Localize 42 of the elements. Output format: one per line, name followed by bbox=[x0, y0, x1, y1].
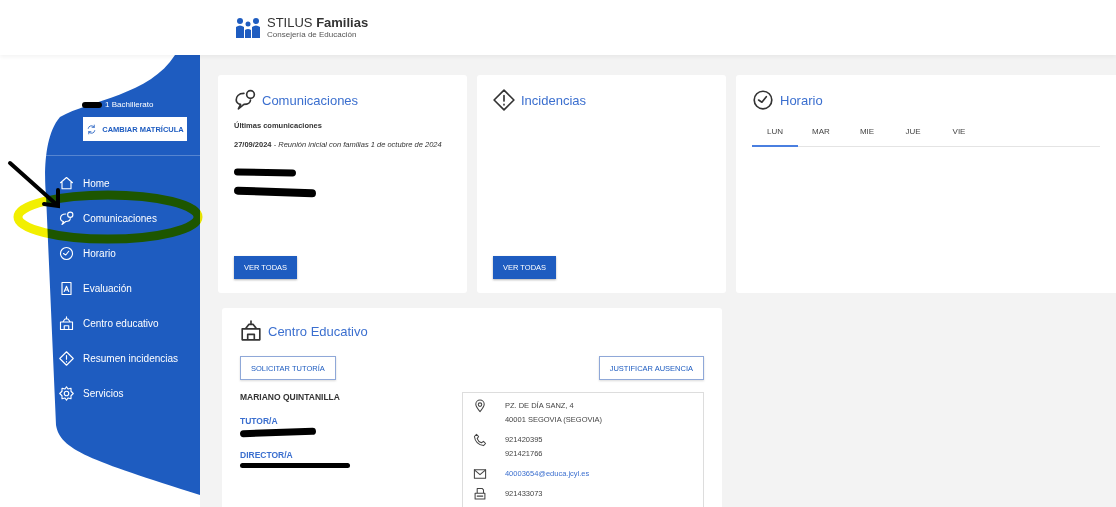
app-title: STILUS Familias bbox=[267, 16, 369, 30]
role-label: TUTOR/A bbox=[240, 416, 279, 426]
day-tab[interactable]: JUE bbox=[890, 121, 936, 147]
sidebar-item[interactable]: Centro educativo bbox=[83, 318, 159, 329]
day-tab[interactable]: LUN bbox=[752, 121, 798, 147]
day-tab[interactable]: VIE bbox=[936, 121, 982, 147]
mail-icon bbox=[472, 467, 487, 481]
redaction-mark bbox=[82, 101, 102, 108]
card-title: Comunicaciones bbox=[262, 92, 359, 108]
day-tab[interactable]: MIE bbox=[844, 121, 890, 147]
sidebar-item[interactable]: Evaluación bbox=[83, 283, 132, 294]
phone-icon bbox=[472, 433, 487, 447]
warning-icon bbox=[493, 89, 515, 111]
document-icon bbox=[59, 281, 74, 296]
building-icon bbox=[59, 316, 74, 331]
building-icon bbox=[240, 320, 262, 342]
location-pin-icon bbox=[472, 399, 487, 413]
chat-bubble-icon bbox=[59, 211, 74, 226]
printer-icon bbox=[472, 487, 487, 501]
card-title: Horario bbox=[780, 92, 823, 108]
arrow-drawing bbox=[8, 161, 60, 209]
clock-icon bbox=[752, 89, 774, 111]
sidebar-item[interactable]: Resumen incidencias bbox=[83, 353, 179, 364]
day-tab[interactable]: MAR bbox=[798, 121, 844, 147]
card-title: Centro Educativo bbox=[268, 323, 368, 339]
sidebar-item[interactable]: Home bbox=[83, 178, 110, 189]
sidebar-item[interactable]: Horario bbox=[83, 248, 116, 259]
role-label: DIRECTOR/A bbox=[240, 450, 294, 460]
sidebar-item[interactable]: Comunicaciones bbox=[83, 213, 157, 224]
redaction-mark bbox=[233, 168, 297, 177]
warning-icon bbox=[59, 351, 74, 366]
app-subtitle: Consejería de Educación bbox=[267, 30, 358, 39]
enrollment-label: 1 Bachillerato bbox=[105, 100, 154, 109]
sidebar-item[interactable]: Servicios bbox=[83, 388, 124, 399]
family-logo-icon bbox=[235, 16, 261, 39]
settings-icon bbox=[59, 386, 74, 401]
school-name: MARIANO QUINTANILLA bbox=[240, 392, 341, 402]
clock-icon bbox=[59, 246, 74, 261]
home-icon bbox=[59, 176, 74, 191]
sync-icon bbox=[86, 123, 98, 135]
chat-bubble-icon bbox=[234, 89, 256, 111]
card-title: Incidencias bbox=[521, 92, 587, 108]
